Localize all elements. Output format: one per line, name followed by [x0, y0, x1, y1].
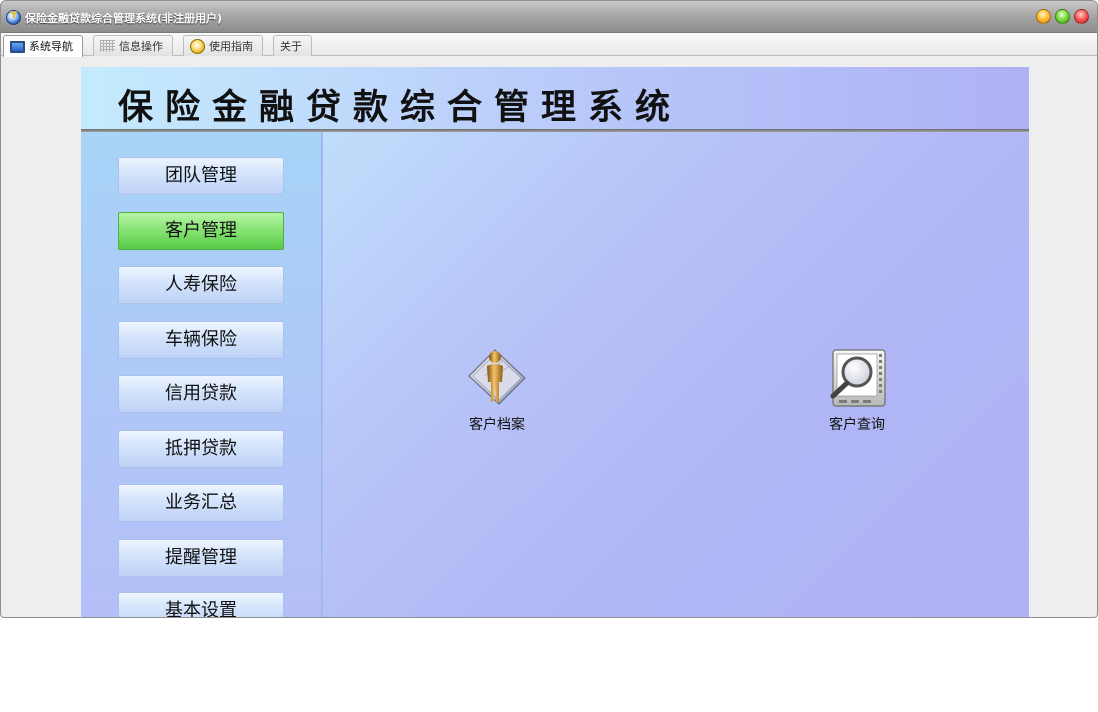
nav-customer-management[interactable]: 客户管理	[118, 212, 284, 250]
customer-search-item[interactable]: 客户查询	[807, 346, 907, 434]
monitor-icon	[10, 40, 25, 53]
nav-reminder-management[interactable]: 提醒管理	[118, 539, 284, 577]
grid-icon	[100, 40, 115, 52]
customer-search-label: 客户查询	[829, 417, 885, 433]
minimize-button[interactable]	[1036, 9, 1051, 24]
tab-info-operations[interactable]: 信息操作	[93, 35, 173, 56]
nav-life-insurance[interactable]: 人寿保险	[118, 266, 284, 304]
nav-basic-settings[interactable]: 基本设置	[118, 592, 284, 617]
tab-bar: 系统导航 信息操作 使用指南 关于	[1, 33, 1097, 57]
nav-business-summary[interactable]: 业务汇总	[118, 484, 284, 522]
customer-profile-item[interactable]: 客户档案	[447, 346, 547, 434]
customer-profile-label: 客户档案	[469, 417, 525, 433]
window-title: 保险金融贷款综合管理系统(非注册用户)	[25, 12, 223, 25]
tab-system-navigation[interactable]: 系统导航	[3, 35, 83, 57]
nav-mortgage-loan[interactable]: 抵押贷款	[118, 430, 284, 468]
nav-team-management[interactable]: 团队管理	[118, 157, 284, 195]
tab-user-guide[interactable]: 使用指南	[183, 35, 263, 56]
tab-about[interactable]: 关于	[273, 35, 312, 56]
app-logo-icon	[6, 10, 21, 25]
nav-credit-loan[interactable]: 信用贷款	[118, 375, 284, 413]
tab-label: 信息操作	[119, 39, 163, 53]
system-title: 保险金融贷款综合管理系统	[118, 87, 683, 128]
tab-label: 使用指南	[209, 39, 253, 53]
tab-label: 关于	[280, 39, 302, 53]
header-banner: 保险金融贷款综合管理系统	[81, 67, 1029, 129]
maximize-button[interactable]	[1055, 9, 1070, 24]
content-area: 客户档案 客户查询	[323, 132, 1029, 617]
sidebar: 团队管理 客户管理 人寿保险 车辆保险 信用贷款 抵押贷款 业务汇总 提醒管理 …	[81, 132, 322, 617]
title-bar[interactable]: 保险金融贷款综合管理系统(非注册用户)	[1, 1, 1097, 33]
close-button[interactable]	[1074, 9, 1089, 24]
tab-label: 系统导航	[29, 40, 73, 53]
app-window: 保险金融贷款综合管理系统(非注册用户) 系统导航 信息操作 使用指南 关于 保险…	[0, 0, 1098, 618]
nav-vehicle-insurance[interactable]: 车辆保险	[118, 321, 284, 359]
customer-profile-icon[interactable]	[465, 346, 529, 410]
main-panel: 保险金融贷款综合管理系统 团队管理 客户管理 人寿保险 车辆保险 信用贷款 抵押…	[81, 67, 1029, 617]
customer-search-icon[interactable]	[825, 346, 889, 410]
guide-icon	[190, 38, 205, 54]
